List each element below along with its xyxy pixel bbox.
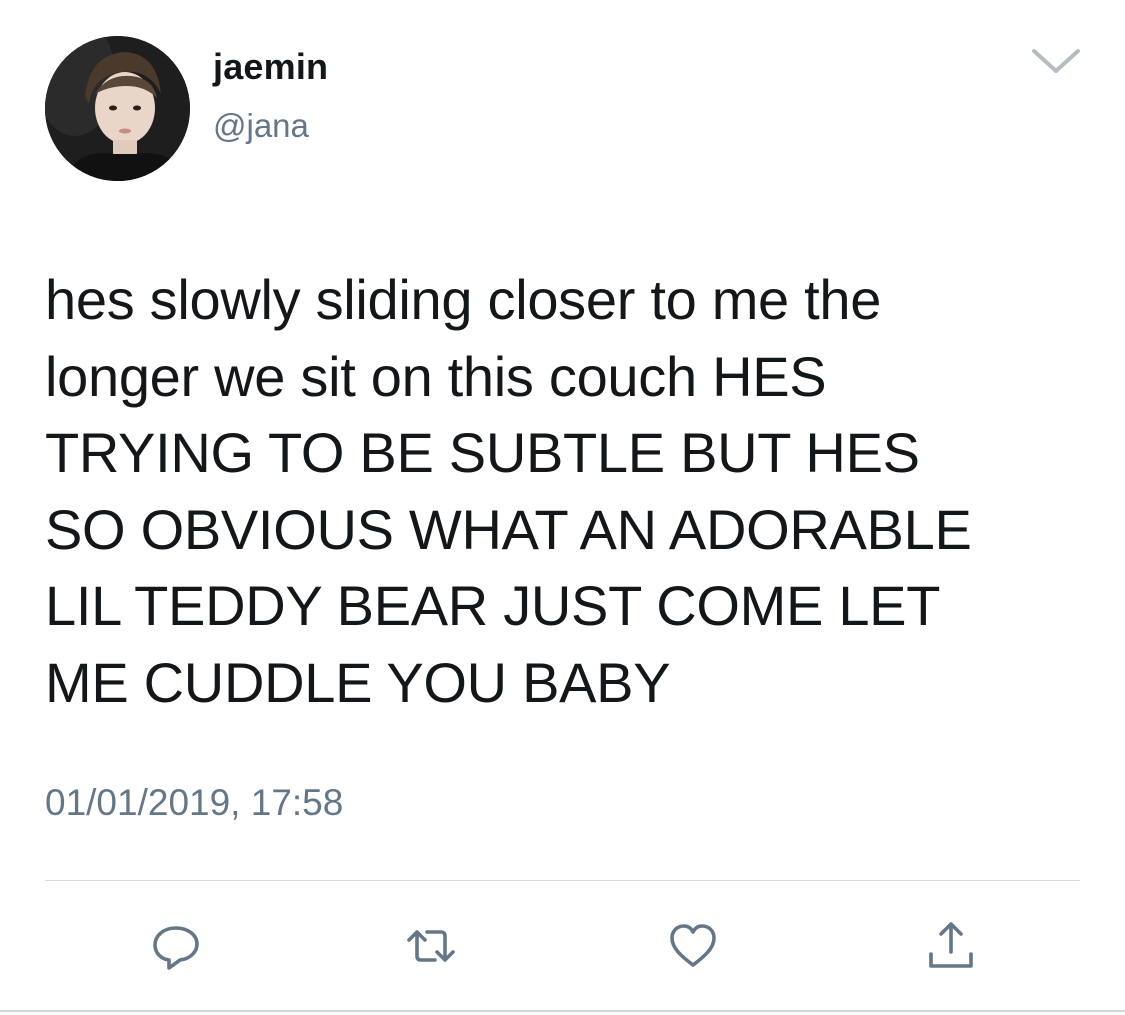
tweet-card: jaemin @jana hes slowly sliding closer t…: [0, 0, 1125, 1015]
avatar-image: [45, 36, 190, 181]
tweet-text: hes slowly sliding closer to me the long…: [45, 268, 972, 714]
heart-icon: [670, 924, 716, 967]
chevron-down-icon[interactable]: [1030, 46, 1082, 76]
bottom-border: [0, 1010, 1125, 1012]
avatar[interactable]: [45, 36, 190, 181]
retweet-icon: [407, 930, 455, 962]
reply-icon: [153, 926, 199, 970]
tweet-timestamp[interactable]: 01/01/2019, 17:58: [45, 782, 343, 824]
like-button[interactable]: [667, 918, 719, 974]
divider: [45, 880, 1080, 881]
share-button[interactable]: [925, 918, 977, 974]
retweet-button[interactable]: [403, 918, 455, 974]
display-name[interactable]: jaemin: [213, 46, 328, 88]
share-icon: [929, 922, 973, 968]
reply-button[interactable]: [150, 918, 202, 974]
user-handle[interactable]: @jana: [213, 107, 309, 145]
